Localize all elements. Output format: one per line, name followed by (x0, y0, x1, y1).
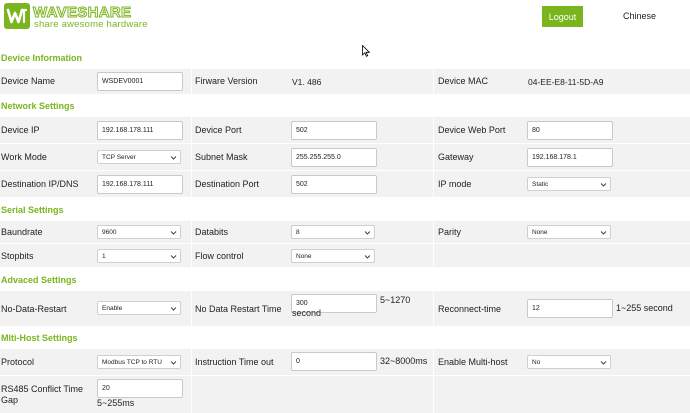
serial-rows: Baundrate 9600 Databits 8 Parity None St… (0, 221, 690, 267)
work-mode-selected: TCP Server (102, 153, 136, 161)
chevron-down-icon (600, 231, 607, 235)
gateway-input[interactable]: 192.168.178.1 (527, 148, 613, 167)
chevron-down-icon (364, 231, 371, 235)
baudrate-selected: 9600 (102, 228, 117, 236)
device-web-port-input[interactable]: 80 (527, 121, 613, 140)
subnet-mask-input[interactable]: 255.255.255.0 (291, 148, 377, 167)
device-name-input[interactable]: WSDEV0001 (97, 72, 183, 91)
rs485-conflict-time-gap-label: RS485 Conflict Time Gap (1, 384, 84, 405)
no-data-restart-label: No-Data-Restart (1, 304, 67, 314)
reconnect-time-input[interactable]: 12 (527, 299, 613, 318)
parity-label: Parity (438, 227, 462, 237)
reconnect-time-unit: 1~255 second (616, 303, 673, 313)
rs485-conflict-time-gap-unit: 5~255ms (97, 398, 135, 408)
device-port-input[interactable]: 502 (291, 121, 377, 140)
no-data-restart-time-label: No Data Restart Time (195, 304, 282, 314)
rs485-conflict-time-gap-input[interactable]: 20 (97, 379, 183, 398)
flow-control-label: Flow control (195, 251, 244, 261)
flow-control-select[interactable]: None (291, 249, 375, 263)
enable-multi-host-select[interactable]: No (527, 355, 611, 369)
stopbits-label: Stopbits (1, 251, 34, 261)
chevron-down-icon (364, 255, 371, 259)
protocol-label: Protocol (1, 357, 35, 367)
multihost-rows: Protocol Modbus TCP to RTU Instruction T… (0, 349, 690, 413)
device-info-row: Device Name WSDEV0001 Firware Version V1… (0, 69, 690, 94)
instruction-timeout-label: Instruction Time out (195, 357, 274, 367)
waveshare-logo[interactable]: WAVESHARE share awesome hardware (4, 3, 154, 30)
ip-mode-selected: Static (532, 180, 549, 188)
stopbits-select[interactable]: 1 (97, 249, 181, 263)
section-title-multi-host-settings: Mlti-Host Settings (1, 333, 78, 343)
language-chinese-link[interactable]: Chinese (623, 11, 656, 21)
brand-tagline: share awesome hardware (34, 19, 148, 30)
section-title-advanced-settings: Advaced Settings (1, 275, 77, 285)
instruction-timeout-input[interactable]: 0 (291, 352, 377, 371)
destination-port-label: Destination Port (195, 179, 260, 189)
advanced-row: No-Data-Restart Enable No Data Restart T… (0, 291, 690, 326)
chevron-down-icon (170, 255, 177, 259)
protocol-selected: Modbus TCP to RTU (102, 358, 162, 366)
section-title-network-settings: Network Settings (1, 101, 75, 111)
chevron-down-icon (600, 361, 607, 365)
flow-control-selected: None (296, 252, 312, 260)
enable-multi-host-selected: No (532, 358, 541, 366)
destination-ip-input[interactable]: 192.168.178.111 (97, 175, 183, 194)
databits-select[interactable]: 8 (291, 225, 375, 239)
section-title-device-information: Device Information (1, 53, 83, 63)
databits-selected: 8 (296, 228, 300, 236)
device-mac-value: 04-EE-E8-11-5D-A9 (528, 77, 604, 87)
network-rows: Device IP 192.168.178.111 Device Port 50… (0, 117, 690, 197)
device-mac-label: Device MAC (438, 76, 489, 86)
no-data-restart-selected: Enable (102, 304, 123, 312)
enable-multi-host-label: Enable Multi-host (438, 357, 508, 367)
device-name-label: Device Name (1, 76, 56, 86)
gateway-label: Gateway (438, 152, 474, 162)
destination-port-input[interactable]: 502 (291, 175, 377, 194)
firmware-version-value: V1. 486 (292, 77, 322, 87)
parity-selected: None (532, 228, 548, 236)
no-data-restart-select[interactable]: Enable (97, 301, 181, 315)
no-data-restart-time-unit: 5~1270 second (292, 295, 411, 318)
firmware-version-label: Firware Version (195, 76, 258, 86)
subnet-mask-label: Subnet Mask (195, 152, 248, 162)
chevron-down-icon (170, 307, 177, 311)
reconnect-time-label: Reconnect-time (438, 304, 502, 314)
chevron-down-icon (170, 231, 177, 235)
baudrate-label: Baundrate (1, 227, 43, 237)
chevron-down-icon (170, 361, 177, 365)
device-ip-label: Device IP (1, 125, 40, 135)
section-title-serial-settings: Serial Settings (1, 205, 64, 215)
device-port-label: Device Port (195, 125, 242, 135)
mouse-pointer-icon (362, 45, 370, 57)
destination-ip-label: Destination IP/DNS (1, 179, 79, 189)
ip-mode-select[interactable]: Static (527, 177, 611, 191)
ip-mode-label: IP mode (438, 179, 472, 189)
chevron-down-icon (170, 156, 177, 160)
waveshare-logo-icon (4, 3, 30, 29)
logout-button[interactable]: Logout (542, 6, 583, 27)
device-ip-input[interactable]: 192.168.178.111 (97, 121, 183, 140)
header: WAVESHARE share awesome hardware Logout … (0, 0, 690, 44)
work-mode-select[interactable]: TCP Server (97, 150, 181, 164)
instruction-timeout-unit: 32~8000ms (380, 356, 428, 366)
chevron-down-icon (600, 183, 607, 187)
work-mode-label: Work Mode (1, 152, 47, 162)
device-web-port-label: Device Web Port (438, 125, 506, 135)
baudrate-select[interactable]: 9600 (97, 225, 181, 239)
stopbits-selected: 1 (102, 252, 106, 260)
protocol-select[interactable]: Modbus TCP to RTU (97, 355, 181, 369)
databits-label: Databits (195, 227, 229, 237)
parity-select[interactable]: None (527, 225, 611, 239)
